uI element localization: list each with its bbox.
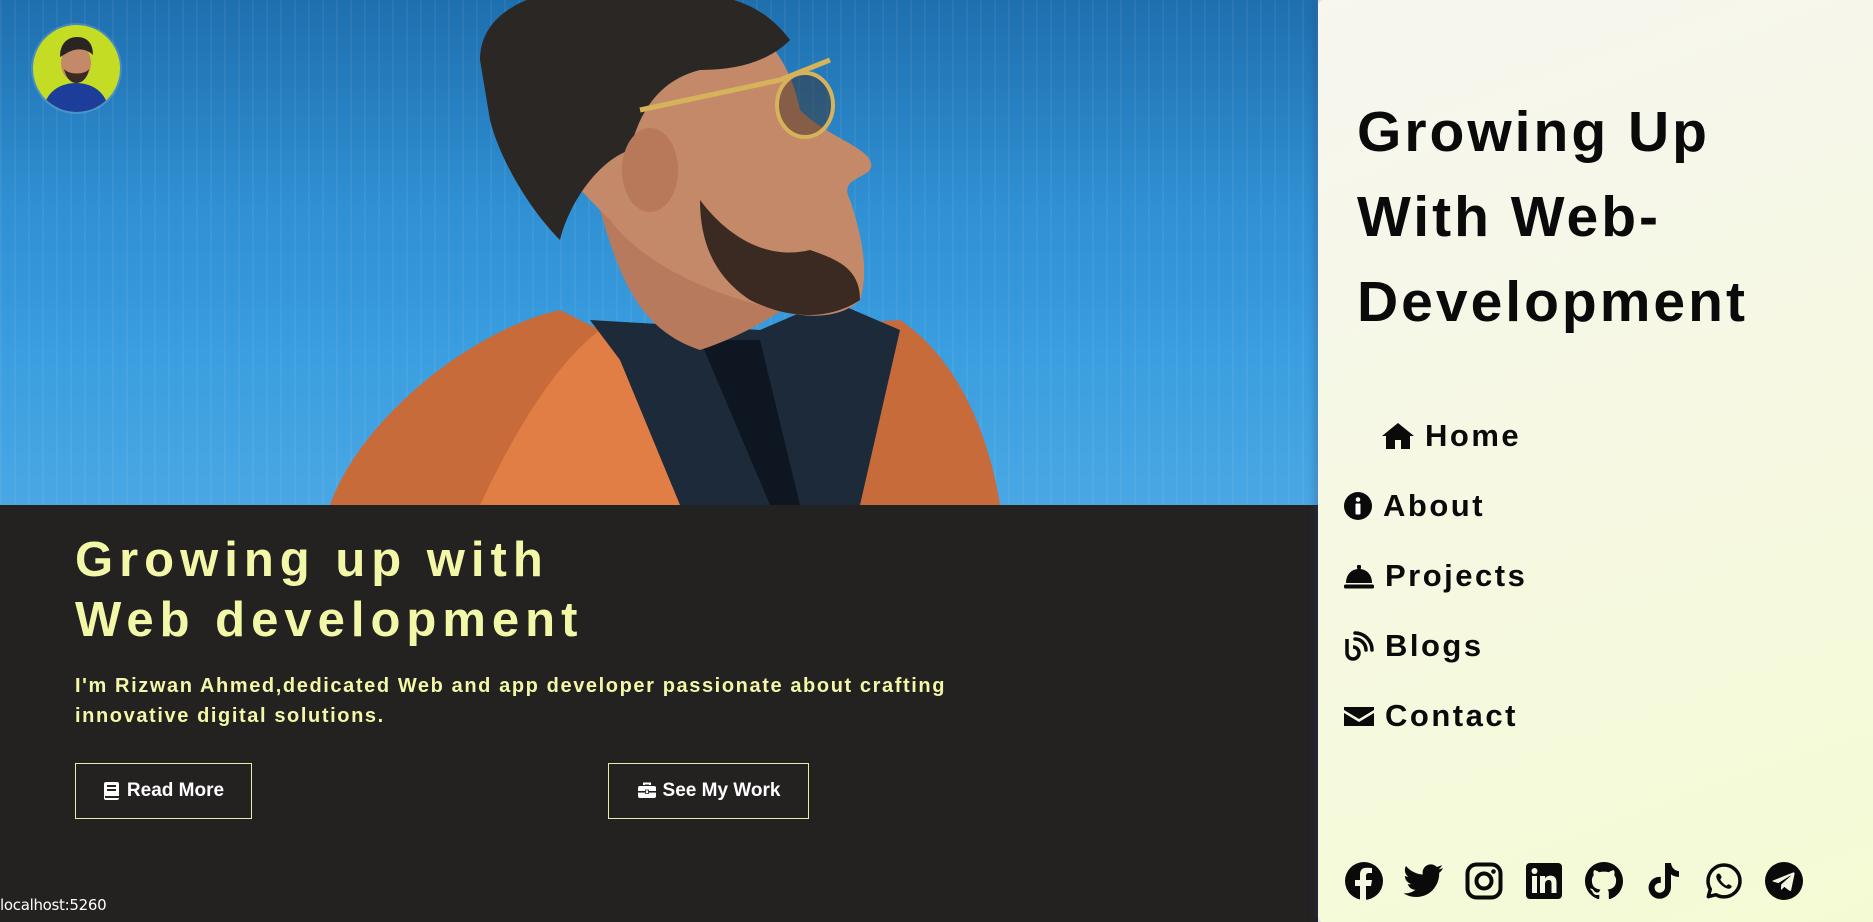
nav-item-blogs[interactable]: Blogs bbox=[1343, 626, 1484, 666]
envelope-icon bbox=[1344, 707, 1374, 726]
sidebar-title: Growing Up With Web- Development bbox=[1357, 90, 1748, 345]
info-icon bbox=[1344, 492, 1372, 520]
see-my-work-button[interactable]: See My Work bbox=[608, 763, 809, 819]
facebook-link[interactable] bbox=[1343, 860, 1384, 901]
instagram-link[interactable] bbox=[1463, 860, 1504, 901]
whatsapp-icon bbox=[1705, 862, 1742, 899]
nav-label-projects: Projects bbox=[1385, 558, 1528, 593]
whatsapp-link[interactable] bbox=[1703, 860, 1744, 901]
sidebar-title-line-1: Growing Up bbox=[1357, 100, 1710, 164]
portrait-illustration bbox=[330, 0, 1000, 505]
sidebar-title-line-3: Development bbox=[1357, 270, 1748, 334]
instagram-icon bbox=[1465, 862, 1502, 899]
read-more-label: Read More bbox=[126, 780, 225, 801]
linkedin-link[interactable] bbox=[1523, 860, 1564, 901]
avatar[interactable] bbox=[33, 25, 120, 112]
hero-title-line-2: Web development bbox=[75, 593, 584, 647]
briefcase-icon bbox=[637, 782, 656, 798]
hero-title: Growing up with Web development bbox=[75, 530, 583, 650]
status-bar-url: localhost:5260 bbox=[0, 896, 107, 914]
sidebar-title-line-2: With Web- bbox=[1357, 185, 1662, 249]
hero-subtitle: I'm Rizwan Ahmed,dedicated Web and app d… bbox=[75, 675, 947, 727]
nav-label-contact: Contact bbox=[1385, 698, 1518, 733]
facebook-icon bbox=[1344, 861, 1383, 901]
page: Growing up with Web development I'm Rizw… bbox=[0, 0, 1873, 922]
blog-icon bbox=[1345, 631, 1374, 661]
tiktok-icon bbox=[1648, 862, 1679, 899]
nav-item-home[interactable]: Home bbox=[1381, 416, 1521, 456]
read-more-button[interactable]: Read More bbox=[75, 763, 252, 819]
telegram-icon bbox=[1764, 861, 1803, 900]
home-icon bbox=[1382, 423, 1414, 449]
nav-label-blogs: Blogs bbox=[1385, 628, 1484, 663]
hero-title-line-1: Growing up with bbox=[75, 533, 549, 587]
hero-photo bbox=[0, 0, 1318, 505]
see-my-work-label: See My Work bbox=[662, 780, 781, 801]
nav-label-home: Home bbox=[1425, 418, 1522, 453]
nav-item-projects[interactable]: Projects bbox=[1343, 556, 1527, 596]
github-icon bbox=[1584, 861, 1623, 899]
avatar-portrait-icon bbox=[43, 37, 109, 112]
nav-item-about[interactable]: About bbox=[1343, 486, 1485, 526]
telegram-link[interactable] bbox=[1763, 860, 1804, 901]
github-link[interactable] bbox=[1583, 860, 1624, 901]
nav-item-contact[interactable]: Contact bbox=[1343, 696, 1518, 736]
social-links bbox=[1343, 860, 1804, 901]
twitter-link[interactable] bbox=[1403, 860, 1444, 901]
twitter-icon bbox=[1403, 863, 1443, 897]
bell-icon bbox=[1344, 565, 1374, 589]
tiktok-link[interactable] bbox=[1643, 860, 1684, 901]
book-icon bbox=[103, 782, 119, 800]
linkedin-icon bbox=[1525, 862, 1562, 899]
nav-label-about: About bbox=[1383, 488, 1486, 523]
